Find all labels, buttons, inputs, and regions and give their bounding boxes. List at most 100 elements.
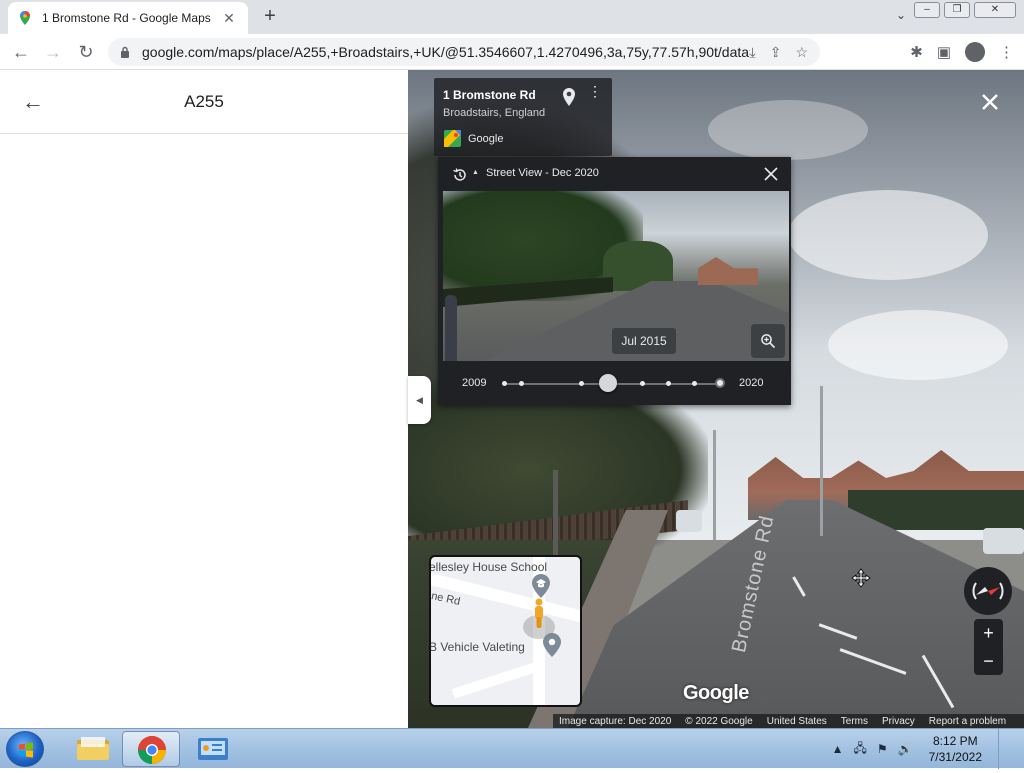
url-text[interactable]: google.com/maps/place/A255,+Broadstairs,…: [142, 44, 750, 60]
tab-title: 1 Bromstone Rd - Google Maps: [42, 11, 211, 25]
slider-stop[interactable]: [518, 381, 524, 386]
zoom-out-button[interactable]: −: [974, 647, 1003, 675]
history-clock-icon[interactable]: [452, 167, 468, 183]
minimap[interactable]: ellesley House School ne Rd B Vehicle Va…: [429, 555, 582, 707]
browser-tab-strip: 1 Bromstone Rd - Google Maps ✕ + ⌄ – ❐ ✕: [0, 0, 1024, 34]
slider-stop[interactable]: [501, 381, 507, 386]
collapse-side-panel-button[interactable]: ◀: [408, 376, 431, 424]
slider-stop[interactable]: [691, 381, 697, 386]
compass-control[interactable]: [964, 567, 1012, 615]
close-window-button[interactable]: ✕: [974, 2, 1016, 18]
side-panel-header: ← A255: [0, 70, 408, 134]
time-travel-title: Street View - Dec 2020: [486, 167, 599, 179]
place-info-card: 1 Bromstone Rd Broadstairs, England ⋮ Go…: [434, 78, 612, 156]
bookmark-star-icon[interactable]: ☆: [795, 44, 808, 61]
place-side-panel: ← A255: [0, 70, 408, 728]
extensions-icon[interactable]: ✱: [910, 43, 923, 61]
place-title[interactable]: 1 Bromstone Rd: [443, 88, 536, 102]
terms-link[interactable]: Terms: [841, 716, 868, 727]
cloud: [788, 190, 988, 280]
install-icon[interactable]: ⤓: [750, 44, 756, 61]
slider-stop[interactable]: [665, 381, 671, 386]
slider-thumb[interactable]: [598, 374, 617, 392]
more-options-icon[interactable]: ⋮: [588, 84, 602, 98]
time-travel-header: ▲ Street View - Dec 2020: [438, 157, 791, 191]
taskbar-chrome[interactable]: [122, 731, 180, 767]
cloud: [828, 310, 1008, 380]
control-panel-icon: [198, 738, 228, 760]
forward-icon[interactable]: →: [42, 41, 64, 63]
minimap-label-valeting: B Vehicle Valeting: [429, 640, 525, 654]
copyright-text: © 2022 Google: [685, 715, 753, 727]
network-icon[interactable]: 🖧: [854, 739, 867, 760]
taskbar-control-panel[interactable]: [184, 731, 242, 767]
lamp-post: [713, 430, 716, 540]
image-capture-date: Image capture: Dec 2020: [559, 715, 672, 727]
chrome-icon: [138, 736, 166, 764]
tab-search-chevron-icon[interactable]: ⌄: [896, 8, 906, 22]
google-maps-logo-icon: [444, 130, 461, 147]
system-tray: ▲ 🖧 ⚑ 🔊 8:12 PM 7/31/2022: [832, 729, 1024, 769]
clock-date: 7/31/2022: [928, 750, 982, 764]
minimap-label-school: ellesley House School: [429, 560, 548, 574]
start-button[interactable]: [6, 731, 44, 767]
show-desktop-button[interactable]: [998, 729, 1010, 769]
lamp-post: [820, 386, 823, 536]
slider-start-year: 2009: [462, 377, 487, 389]
folder-icon: [77, 737, 109, 760]
tab-close-icon[interactable]: ✕: [220, 10, 238, 27]
map-pin-icon[interactable]: [562, 88, 576, 106]
street-view-viewport[interactable]: Bromstone Rd 1 Bromstone Rd Broadstairs,…: [408, 70, 1024, 728]
report-problem-link[interactable]: Report a problem: [929, 716, 1006, 727]
close-time-travel-icon[interactable]: [763, 166, 779, 182]
windows-logo-icon: [19, 742, 33, 758]
action-center-flag-icon[interactable]: ⚑: [877, 742, 888, 756]
side-panel-title: A255: [184, 92, 224, 111]
car: [676, 510, 702, 532]
volume-icon[interactable]: 🔊: [898, 742, 913, 756]
move-cursor-icon: [851, 568, 871, 588]
minimap-label-road: ne Rd: [430, 590, 462, 608]
slider-end-year: 2020: [739, 377, 764, 389]
taskbar-file-explorer[interactable]: [64, 731, 122, 767]
time-travel-panel: ▲ Street View - Dec 2020 Jul 2015 2009 2…: [438, 157, 791, 405]
address-bar[interactable]: google.com/maps/place/A255,+Broadstairs,…: [108, 38, 820, 66]
time-travel-slider[interactable]: 2009 2020: [438, 361, 791, 405]
clock[interactable]: 8:12 PM 7/31/2022: [923, 733, 988, 765]
restore-window-button[interactable]: ❐: [944, 2, 970, 18]
google-brand-label: Google: [468, 133, 504, 145]
privacy-link[interactable]: Privacy: [882, 716, 915, 727]
slider-current-stop[interactable]: [715, 378, 725, 388]
slider-stop[interactable]: [639, 381, 645, 386]
google-maps-favicon-icon: [20, 11, 30, 25]
new-tab-button[interactable]: +: [258, 5, 282, 29]
share-icon[interactable]: ⇪: [770, 44, 782, 61]
reload-icon[interactable]: ↻: [75, 41, 97, 63]
sign-post: [553, 470, 558, 560]
browser-tab[interactable]: 1 Bromstone Rd - Google Maps ✕: [8, 2, 248, 34]
menu-icon[interactable]: ⋮: [999, 43, 1014, 61]
zoom-in-button[interactable]: +: [974, 619, 1003, 647]
clock-time: 8:12 PM: [932, 734, 978, 748]
pegman-icon[interactable]: [533, 598, 545, 628]
windows-taskbar: ▲ 🖧 ⚑ 🔊 8:12 PM 7/31/2022: [0, 728, 1024, 769]
window-controls: – ❐ ✕: [914, 2, 1016, 18]
side-panel-icon[interactable]: ▣: [937, 43, 951, 61]
car: [983, 528, 1024, 554]
back-icon[interactable]: ←: [10, 41, 32, 63]
close-street-view-icon[interactable]: [980, 92, 1000, 112]
school-pin-icon[interactable]: [532, 574, 550, 598]
caret-up-icon[interactable]: ▲: [472, 169, 479, 176]
slider-stop[interactable]: [579, 381, 585, 386]
lock-icon[interactable]: [120, 46, 130, 58]
google-watermark: Google: [683, 682, 749, 704]
region-link[interactable]: United States: [767, 716, 827, 727]
view-imagery-zoom-button[interactable]: [751, 324, 785, 358]
profile-icon[interactable]: [965, 42, 985, 62]
zoom-control: + −: [974, 619, 1003, 675]
business-pin-icon[interactable]: [543, 633, 561, 657]
minimize-window-button[interactable]: –: [914, 2, 940, 18]
compass-needle-icon: [972, 582, 1004, 600]
show-hidden-icons-icon[interactable]: ▲: [832, 742, 844, 756]
cloud: [708, 100, 868, 160]
